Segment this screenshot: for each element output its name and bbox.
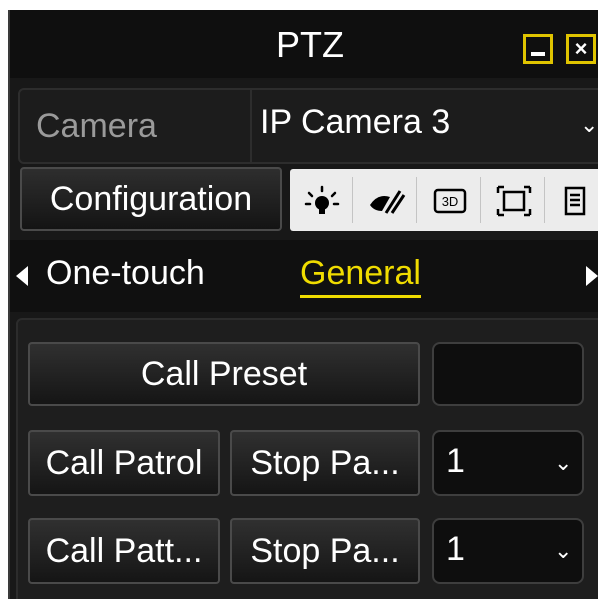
- window-title: PTZ: [276, 24, 344, 65]
- wiper-icon[interactable]: [364, 179, 408, 223]
- camera-select[interactable]: IP Camera 3: [260, 90, 450, 162]
- light-icon[interactable]: [300, 179, 344, 223]
- camera-label: Camera: [20, 90, 252, 162]
- tab-one-touch[interactable]: One-touch: [46, 254, 205, 293]
- tab-bar: One-touch General: [10, 240, 598, 312]
- ptz-panel: PTZ × Camera IP Camera 3 ⌄ Configuration: [8, 10, 598, 599]
- preset-number-input[interactable]: [432, 342, 584, 406]
- chevron-down-icon[interactable]: ⌄: [554, 538, 572, 564]
- chevron-right-icon[interactable]: [586, 266, 598, 286]
- ptz-toolbar: 3D: [290, 169, 598, 231]
- call-patrol-button[interactable]: Call Patrol: [28, 430, 220, 496]
- camera-row: Camera IP Camera 3 ⌄: [18, 88, 598, 164]
- stop-patrol-button[interactable]: Stop Pa...: [230, 430, 420, 496]
- title-bar: PTZ ×: [10, 10, 598, 78]
- minimize-icon[interactable]: [523, 34, 553, 64]
- lens-init-icon[interactable]: [492, 179, 536, 223]
- stop-pattern-button[interactable]: Stop Pa...: [230, 518, 420, 584]
- menu-list-icon[interactable]: [554, 179, 598, 223]
- patrol-selected-value: 1: [446, 442, 465, 480]
- chevron-down-icon[interactable]: ⌄: [554, 450, 572, 476]
- pattern-selected-value: 1: [446, 530, 465, 568]
- configuration-button[interactable]: Configuration: [20, 167, 282, 231]
- 3d-zoom-icon[interactable]: 3D: [428, 179, 472, 223]
- patrol-select[interactable]: 1 ⌄: [432, 430, 584, 496]
- chevron-down-icon[interactable]: ⌄: [580, 112, 598, 138]
- general-panel: Call Preset Call Patrol Stop Pa... 1 ⌄ C…: [16, 318, 598, 599]
- close-icon[interactable]: ×: [566, 34, 596, 64]
- call-preset-button[interactable]: Call Preset: [28, 342, 420, 406]
- pattern-select[interactable]: 1 ⌄: [432, 518, 584, 584]
- chevron-left-icon[interactable]: [16, 266, 28, 286]
- tab-general[interactable]: General: [300, 254, 421, 298]
- call-pattern-button[interactable]: Call Patt...: [28, 518, 220, 584]
- svg-text:3D: 3D: [442, 194, 459, 209]
